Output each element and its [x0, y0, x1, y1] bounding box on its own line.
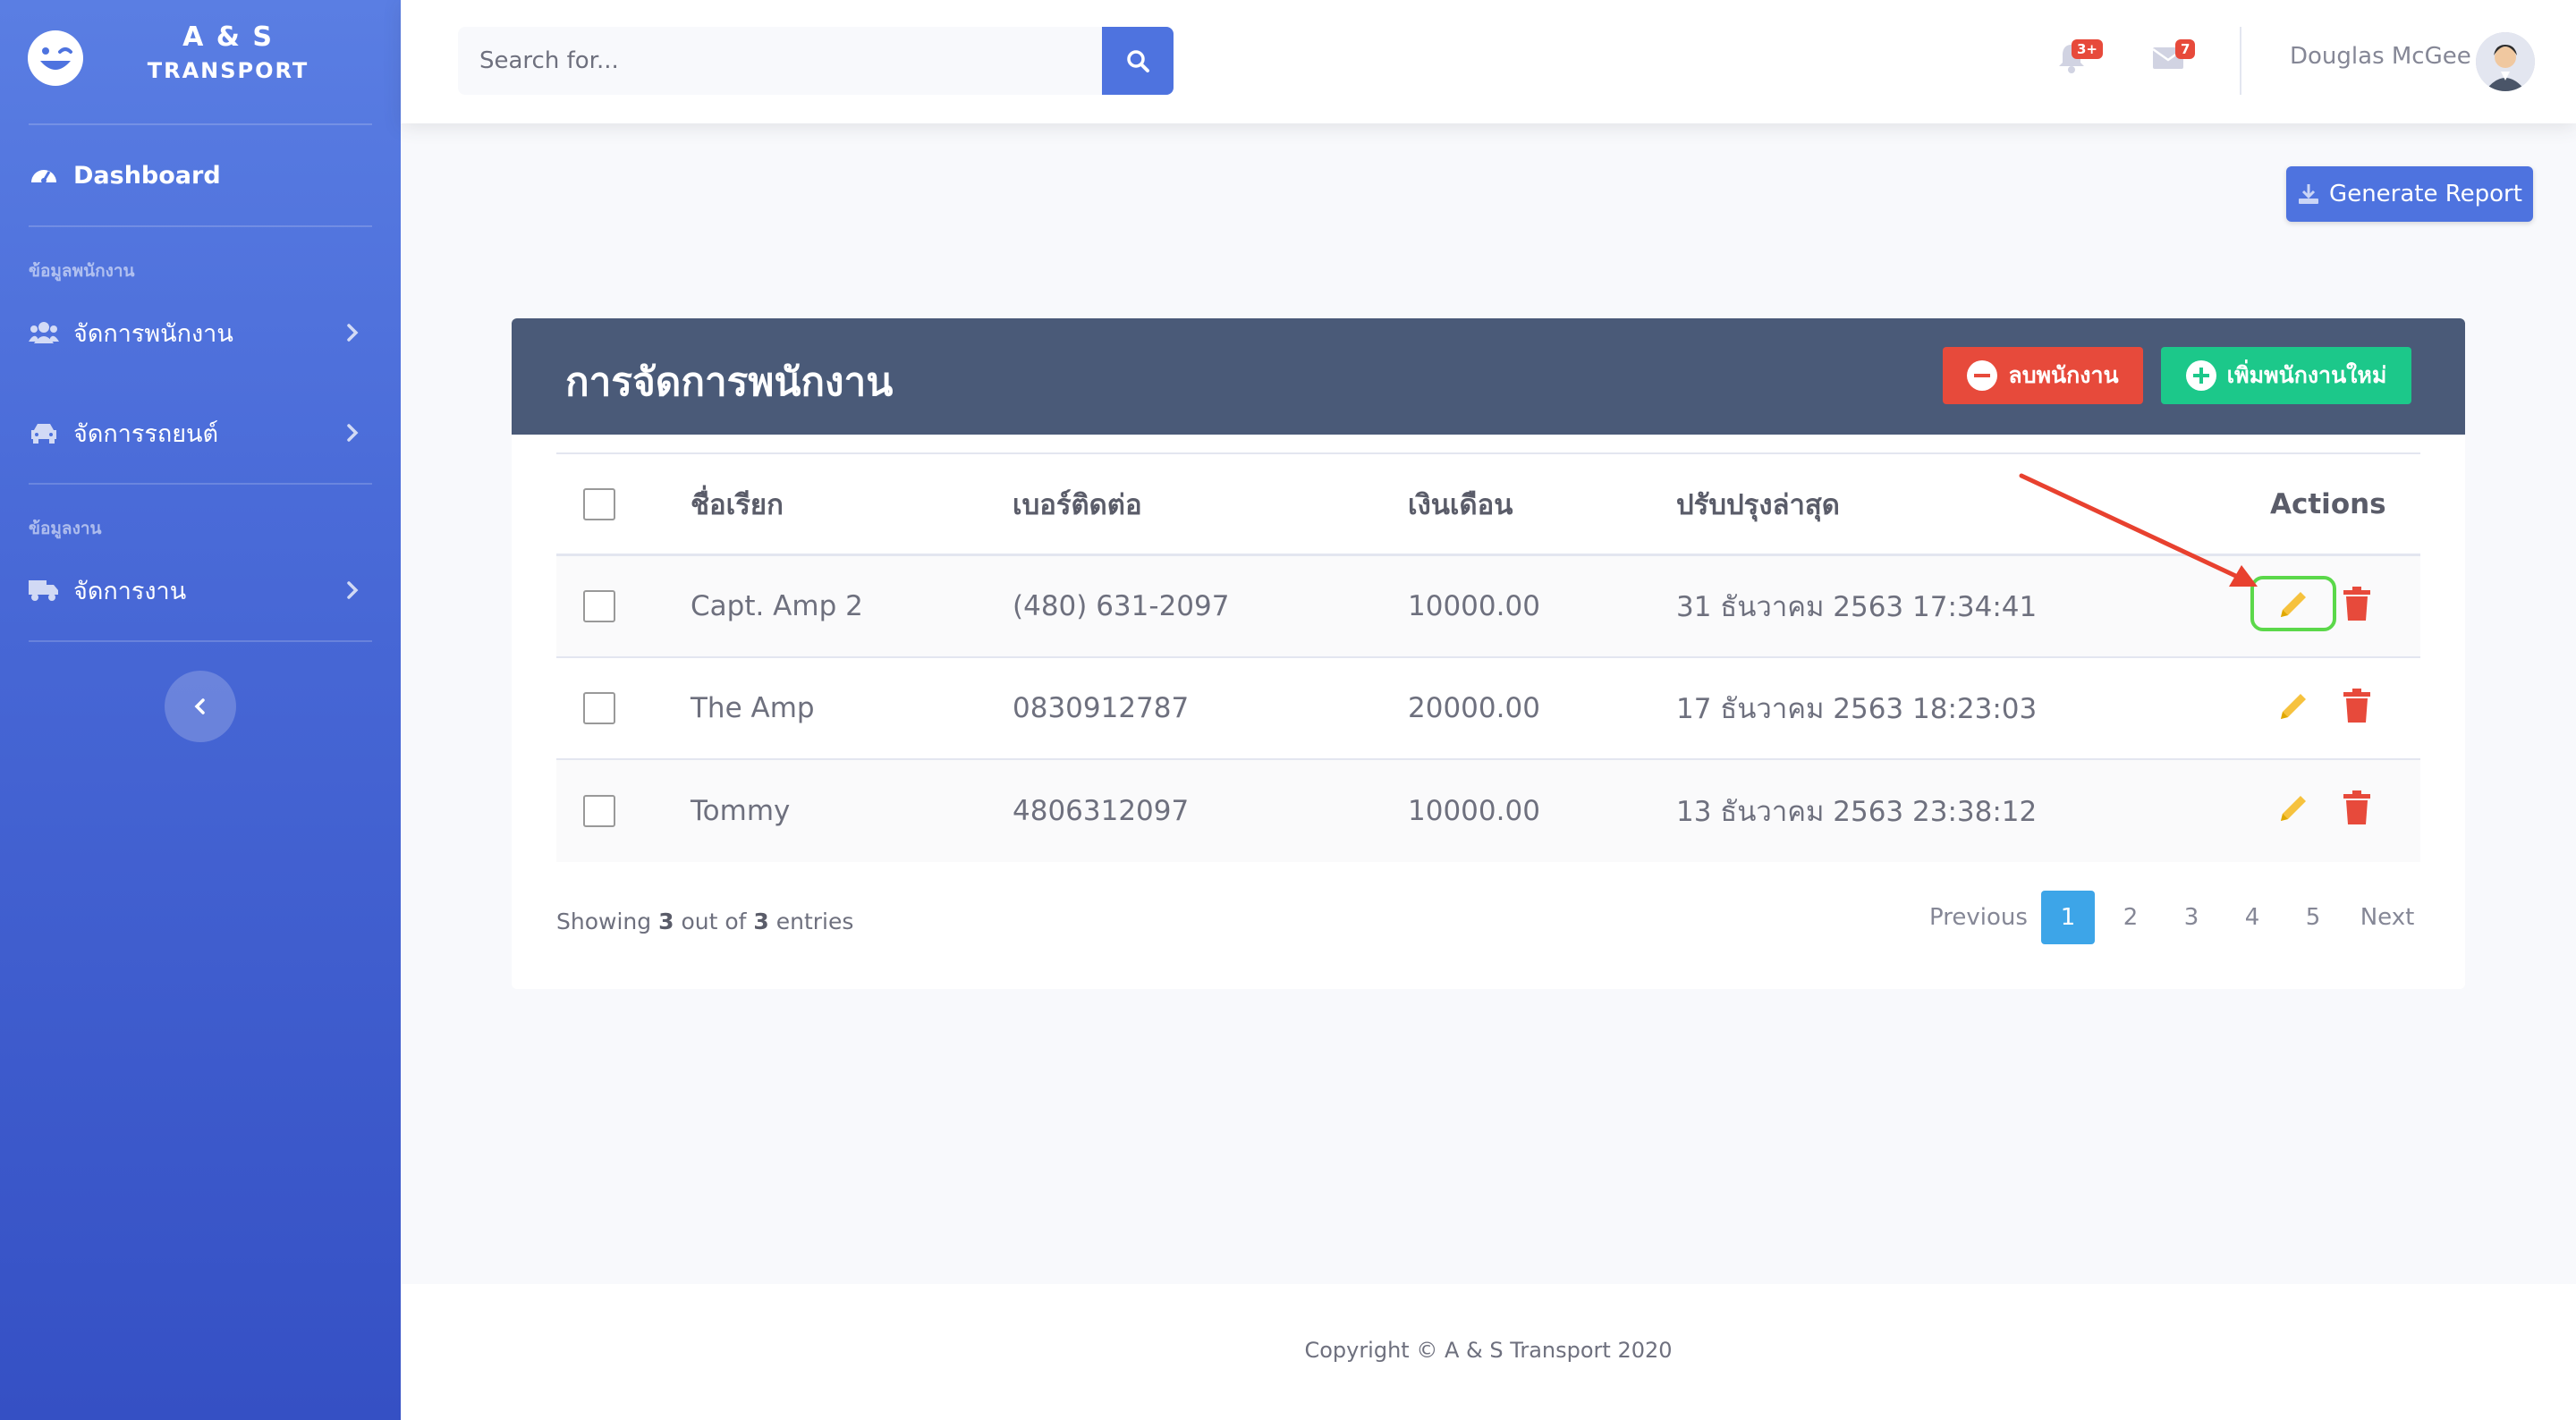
user-name: Douglas McGee: [2290, 43, 2471, 70]
sidebar-heading-job: ข้อมูลงาน: [29, 519, 102, 538]
plus-circle-icon: [2185, 360, 2216, 391]
alerts-badge: 3+: [2072, 39, 2104, 59]
employee-phone: 4806312097: [1013, 795, 1190, 827]
pagination-page-4[interactable]: 4: [2225, 891, 2279, 944]
sidebar: A & S TRANSPORT Dashboard ข้อมูลพนักงาน …: [0, 0, 401, 1420]
select-all-cell: [583, 454, 615, 554]
select-all-checkbox[interactable]: [583, 487, 615, 520]
truck-icon: [29, 575, 59, 605]
generate-report-label: Generate Report: [2329, 181, 2522, 207]
search-icon: [1127, 50, 1149, 72]
row-checkbox[interactable]: [583, 692, 615, 724]
column-header-updated[interactable]: ปรับปรุงล่าสุด: [1676, 454, 1840, 554]
trash-icon[interactable]: [2342, 790, 2372, 826]
brand-line-1: A & S: [182, 21, 274, 53]
copyright-text: Copyright © A & S Transport 2020: [1304, 1338, 1673, 1363]
employee-phone: 0830912787: [1013, 692, 1190, 724]
edit-pencil-icon[interactable]: [2275, 790, 2311, 826]
tachometer-icon: [29, 160, 59, 190]
column-header-actions: Actions: [2270, 487, 2386, 520]
topbar: 3+ 7 Douglas McGee: [401, 0, 2576, 123]
sidebar-divider: [29, 640, 372, 642]
add-employee-button[interactable]: เพิ่มพนักงานใหม่: [2161, 347, 2411, 404]
employee-name: The Amp: [691, 692, 815, 724]
card-header: การจัดการพนักงาน ลบพนักงาน เพิ่มพนักงานใ…: [512, 318, 2465, 435]
messages-badge: 7: [2175, 39, 2196, 59]
employee-salary: 10000.00: [1408, 590, 1540, 622]
annotation-arrow: [2019, 473, 2258, 587]
generate-report-button[interactable]: Generate Report: [2286, 166, 2533, 222]
user-avatar-icon: [2476, 32, 2535, 91]
sidebar-toggle-button[interactable]: [165, 671, 236, 742]
sidebar-divider: [29, 225, 372, 227]
sidebar-heading-employee: ข้อมูลพนักงาน: [29, 261, 135, 281]
sidebar-item-manage-job[interactable]: จัดการงาน: [0, 554, 401, 626]
row-select-cell: [583, 760, 615, 862]
trash-icon[interactable]: [2342, 587, 2372, 622]
pagination-previous[interactable]: Previous: [1925, 891, 2032, 944]
showing-prefix: Showing: [556, 909, 652, 934]
avatar: [2476, 32, 2535, 91]
laugh-wink-icon: [28, 30, 83, 86]
pagination-page-3[interactable]: 3: [2165, 891, 2218, 944]
employee-card: การจัดการพนักงาน ลบพนักงาน เพิ่มพนักงานใ…: [512, 318, 2465, 989]
employee-updated: 13 ธันวาคม 2563 23:38:12: [1676, 796, 2038, 828]
row-select-cell: [583, 556, 615, 656]
search-input[interactable]: [458, 27, 1102, 95]
brand-line-2: TRANSPORT: [147, 58, 309, 83]
add-employee-label: เพิ่มพนักงานใหม่: [2226, 362, 2387, 388]
chevron-right-icon: [347, 424, 359, 442]
column-header-salary[interactable]: เงินเดือน: [1408, 454, 1513, 554]
sidebar-divider: [29, 123, 372, 125]
showing-suffix: entries: [775, 909, 854, 934]
trash-icon[interactable]: [2342, 689, 2372, 724]
employee-updated: 17 ธันวาคม 2563 18:23:03: [1676, 693, 2038, 725]
table-row: The Amp 0830912787 20000.00 17 ธันวาคม 2…: [556, 658, 2420, 760]
sidebar-item-manage-employee[interactable]: จัดการพนักงาน: [0, 297, 401, 368]
car-icon: [29, 418, 59, 448]
user-dropdown[interactable]: Douglas McGee: [2290, 0, 2576, 123]
column-header-name[interactable]: ชื่อเรียก: [691, 454, 784, 554]
edit-pencil-icon[interactable]: [2275, 689, 2311, 724]
employee-name: Capt. Amp 2: [691, 590, 863, 622]
brand[interactable]: A & S TRANSPORT: [0, 0, 401, 123]
showing-total: 3: [753, 909, 769, 934]
employee-salary: 10000.00: [1408, 795, 1540, 827]
sidebar-divider: [29, 483, 372, 485]
pagination-page-1[interactable]: 1: [2041, 891, 2095, 944]
delete-employee-label: ลบพนักงาน: [2008, 362, 2119, 388]
showing-count: 3: [658, 909, 674, 934]
delete-employee-button[interactable]: ลบพนักงาน: [1943, 347, 2143, 404]
footer: Copyright © A & S Transport 2020: [401, 1284, 2576, 1420]
edit-pencil-icon[interactable]: [2275, 587, 2311, 622]
showing-mid: out of: [681, 909, 747, 934]
download-icon: [2299, 184, 2319, 204]
showing-entries-text: Showing 3 out of 3 entries: [556, 909, 853, 934]
employee-updated: 31 ธันวาคม 2563 17:34:41: [1676, 591, 2038, 623]
row-checkbox[interactable]: [583, 795, 615, 827]
table-row: Tommy 4806312097 10000.00 13 ธันวาคม 256…: [556, 760, 2420, 862]
card-title: การจัดการพนักงาน: [565, 359, 894, 405]
pagination-next[interactable]: Next: [2347, 891, 2428, 944]
topbar-divider: [2240, 27, 2241, 95]
pagination-page-5[interactable]: 5: [2286, 891, 2340, 944]
minus-circle-icon: [1967, 360, 1998, 391]
chevron-right-icon: [347, 324, 359, 342]
brand-name: A & S TRANSPORT: [134, 20, 322, 86]
chevron-right-icon: [347, 581, 359, 599]
users-icon: [29, 317, 59, 348]
sidebar-item-dashboard[interactable]: Dashboard: [0, 139, 401, 211]
search-button[interactable]: [1102, 27, 1174, 95]
row-checkbox[interactable]: [583, 590, 615, 622]
sidebar-item-label: Dashboard: [73, 161, 221, 190]
chevron-left-icon: [194, 698, 205, 714]
employee-salary: 20000.00: [1408, 692, 1540, 724]
pagination-page-2[interactable]: 2: [2104, 891, 2157, 944]
column-header-phone[interactable]: เบอร์ติดต่อ: [1013, 454, 1142, 554]
employee-name: Tommy: [691, 795, 791, 827]
sidebar-item-manage-car[interactable]: จัดการรถยนต์: [0, 397, 401, 469]
row-select-cell: [583, 658, 615, 758]
employee-phone: (480) 631-2097: [1013, 590, 1230, 622]
